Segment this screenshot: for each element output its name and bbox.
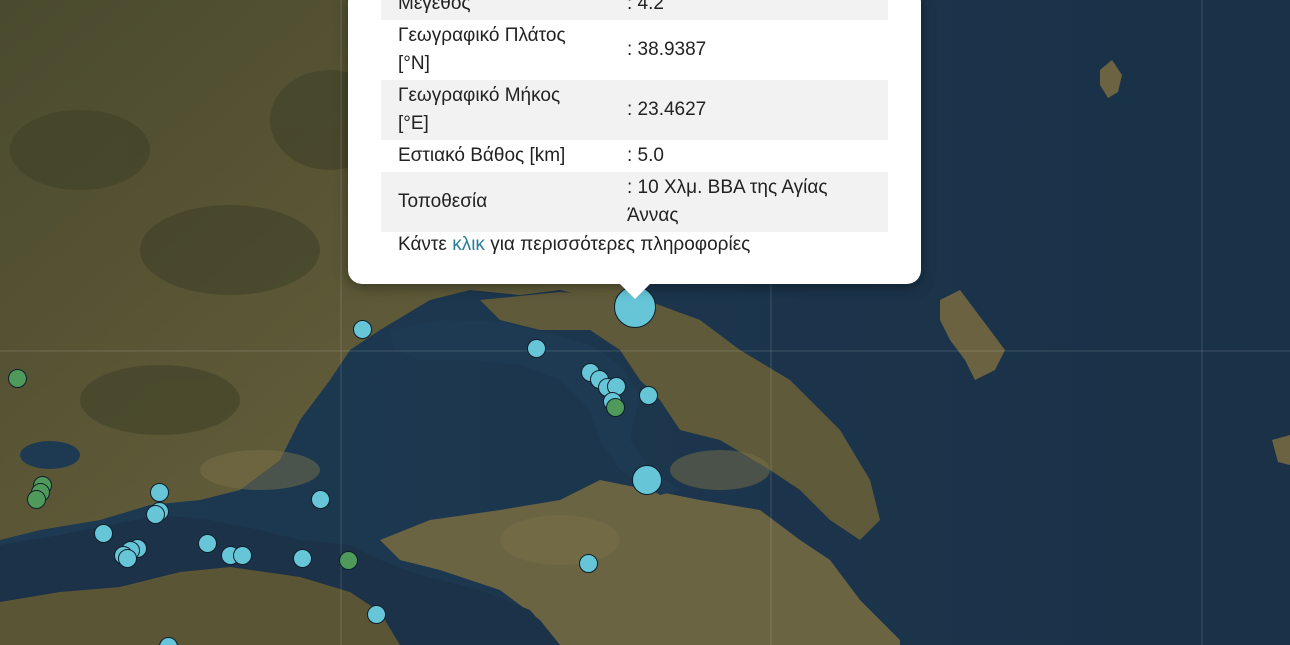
footer-prefix: Κάντε [398,234,453,255]
earthquake-marker[interactable] [311,490,330,509]
earthquake-marker[interactable] [233,546,252,565]
earthquake-marker[interactable] [146,505,165,524]
popup-footer: Κάντε κλικ για περισσότερες πληροφορίες [398,231,750,259]
map-view[interactable]: Μέγεθος : 4.2 Γεωγραφικό Πλάτος [°N] : 3… [0,0,1290,645]
footer-suffix: για περισσότερες πληροφορίες [484,234,751,255]
detail-label: Τοποθεσία [381,172,610,232]
popup-tip [618,282,652,299]
detail-value: : 23.4627 [610,80,888,140]
earthquake-popup: Μέγεθος : 4.2 Γεωγραφικό Πλάτος [°N] : 3… [348,0,921,284]
detail-label: Γεωγραφικό Μήκος [°E] [381,80,610,140]
earthquake-marker[interactable] [27,490,46,509]
earthquake-marker[interactable] [353,320,372,339]
more-info-link[interactable]: κλικ [452,234,485,255]
earthquake-marker[interactable] [293,549,312,568]
detail-row-longitude: Γεωγραφικό Μήκος [°E] : 23.4627 [381,80,888,140]
earthquake-marker[interactable] [8,369,27,388]
earthquake-marker[interactable] [639,386,658,405]
earthquake-marker[interactable] [527,339,546,358]
detail-value: : 38.9387 [627,39,707,60]
detail-label: Εστιακό Βάθος [km] [398,145,566,166]
detail-label: Μέγεθος [381,0,610,20]
detail-value: : 10 Χλμ. ΒΒΑ της Αγίας Άννας [610,172,888,232]
earthquake-marker[interactable] [632,465,662,495]
earthquake-marker[interactable] [367,605,386,624]
earthquake-details-table: Μέγεθος : 4.2 Γεωγραφικό Πλάτος [°N] : 3… [381,0,888,232]
earthquake-marker[interactable] [94,524,113,543]
earthquake-marker[interactable] [118,549,137,568]
earthquake-marker[interactable] [150,483,169,502]
detail-row-latitude: Γεωγραφικό Πλάτος [°N] : 38.9387 [381,20,888,80]
detail-value: : 4.2 [610,0,888,20]
earthquake-marker[interactable] [339,551,358,570]
detail-row-depth: Εστιακό Βάθος [km] : 5.0 [381,140,888,172]
detail-label: Γεωγραφικό Πλάτος [°N] [398,25,566,74]
detail-row-magnitude: Μέγεθος : 4.2 [381,0,888,20]
detail-row-location: Τοποθεσία : 10 Χλμ. ΒΒΑ της Αγίας Άννας [381,172,888,232]
earthquake-marker[interactable] [606,398,625,417]
earthquake-marker[interactable] [198,534,217,553]
earthquake-marker[interactable] [579,554,598,573]
detail-value: : 5.0 [627,145,664,166]
